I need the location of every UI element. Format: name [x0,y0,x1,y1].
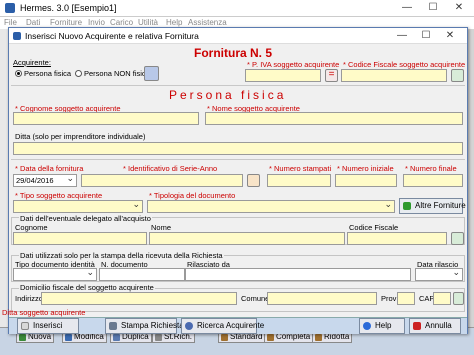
new-icon [19,334,26,341]
dialog-close-icon[interactable]: ✕ [439,28,461,44]
del-cognome-field[interactable] [13,232,147,245]
reduced-icon [315,334,322,341]
equals-icon[interactable]: = [325,69,338,82]
main-window-title: Hermes. 3.0 [Esempio1] [20,3,117,13]
tipo-soggetto-select[interactable] [13,200,143,213]
del-cf-label: Codice Fiscale [349,223,399,232]
prov-field[interactable] [397,292,415,305]
separator [11,159,465,160]
series-lookup-icon[interactable] [247,174,260,187]
menu-utilita[interactable]: Utilità [138,18,158,27]
search-icon [185,322,193,330]
separator [11,85,465,86]
printer-icon [109,322,117,330]
radio-persona-non-fisica-label: Persona NON fisica [84,69,150,78]
num-iniziale-field[interactable] [335,174,397,187]
indirizzo-field[interactable] [41,292,237,305]
altre-forniture-button[interactable]: Altre Forniture [399,198,466,214]
dialog-footer: Inserisci Stampa Richiesta Ricerca Acqui… [9,317,467,334]
data-fornitura-field[interactable]: 29/04/2016 [13,174,77,187]
section-title: Persona fisica [169,88,287,102]
stampa-section-label: Dati utilizzati solo per la stampa della… [19,251,224,260]
complete-icon [267,334,274,341]
edit-icon [65,334,72,341]
stampa-richiesta-button[interactable]: Stampa Richiesta [105,318,184,334]
menu-forniture[interactable]: Forniture [50,18,82,27]
main-window-titlebar: Hermes. 3.0 [Esempio1] — ☐ ✕ [0,0,474,17]
num-stampati-field[interactable] [267,174,331,187]
num-finale-field[interactable] [403,174,463,187]
id-serie-field[interactable] [81,174,243,187]
fornitura-heading: Fornitura N. 5 [194,46,273,60]
tipologia-doc-label: * Tipologia del documento [149,191,236,200]
standard-icon [221,334,228,341]
dialog-app-icon [13,32,21,40]
menu-dati[interactable]: Dati [26,18,40,27]
menu-file[interactable]: File [4,18,17,27]
cf-label: * Codice Fiscale soggetto acquirente [343,60,466,69]
domicilio-label: Domicilio fiscale del soggetto acquirent… [19,283,155,292]
comune-label: Comune [241,294,270,303]
insert-icon [21,322,29,330]
piva-field[interactable] [245,69,321,82]
data-rilascio-field[interactable] [415,268,463,281]
address-lookup-icon[interactable] [453,292,464,305]
dialog-minimize-icon[interactable]: — [391,28,413,44]
piva-label: * P. IVA soggetto acquirente [247,60,340,69]
comune-field[interactable] [267,292,377,305]
del-nome-field[interactable] [149,232,345,245]
acquirente-label: Acquirente: [13,58,51,67]
rilasciato-field[interactable] [185,268,411,281]
del-cognome-label: Cognome [15,223,48,232]
insert-dialog: Inserisci Nuovo Acquirente e relativa Fo… [8,27,468,334]
behind-text: Ditta soggetto acquirente [2,308,86,317]
menu-carico[interactable]: Carico [110,18,133,27]
tipo-doc-id-select[interactable] [13,268,97,281]
del-cf-field[interactable] [347,232,447,245]
indirizzo-label: Indirizzo [15,294,43,303]
delegato-label: Dati dell'eventuale delegato all'acquist… [19,214,152,223]
id-serie-label: * Identificativo di Serie-Anno [123,164,218,173]
add-icon [403,202,411,210]
menu-assistenza[interactable]: Assistenza [188,18,227,27]
prov-label: Prov [381,294,397,303]
help-button[interactable]: Help [359,318,405,334]
dialog-title: Inserisci Nuovo Acquirente e relativa Fo… [25,31,199,41]
cognome-field[interactable] [13,112,199,125]
tipologia-doc-select[interactable] [147,200,395,213]
copy-icon [113,334,120,341]
app-icon [5,3,15,13]
annulla-button[interactable]: Annulla [409,318,461,334]
radio-persona-fisica-label: Persona fisica [24,69,72,78]
radio-persona-non-fisica[interactable] [75,70,82,77]
help-icon [363,322,371,330]
tipo-soggetto-label: * Tipo soggetto acquirente [15,191,103,200]
num-finale-label: * Numero finale [405,164,457,173]
num-iniziale-label: * Numero iniziale [337,164,394,173]
del-nome-label: Nome [151,223,172,232]
ditta-label: Ditta (solo per imprenditore individuale… [15,132,146,141]
minimize-icon[interactable]: — [396,0,418,17]
maximize-icon[interactable]: ☐ [422,0,444,17]
del-id-card-icon[interactable] [451,232,464,245]
user-search-icon[interactable] [144,66,159,81]
dialog-titlebar: Inserisci Nuovo Acquirente e relativa Fo… [9,28,467,44]
cap-field[interactable] [433,292,451,305]
print-icon [155,334,162,341]
radio-persona-fisica[interactable] [15,70,22,77]
n-doc-field[interactable] [99,268,185,281]
cf-field[interactable] [341,69,447,82]
ditta-field[interactable] [13,142,463,155]
menu-help[interactable]: Help [166,18,182,27]
nome-field[interactable] [205,112,463,125]
close-icon[interactable]: ✕ [448,0,470,17]
inserisci-button[interactable]: Inserisci [17,318,79,334]
id-card-icon[interactable] [451,69,464,82]
num-stampati-label: * Numero stampati [269,164,332,173]
cancel-icon [413,322,421,330]
ricerca-acquirente-button[interactable]: Ricerca Acquirente [181,318,264,334]
menu-invio[interactable]: Invio [88,18,105,27]
dialog-maximize-icon[interactable]: ☐ [415,28,437,44]
data-fornitura-label: * Data della fornitura [15,164,84,173]
